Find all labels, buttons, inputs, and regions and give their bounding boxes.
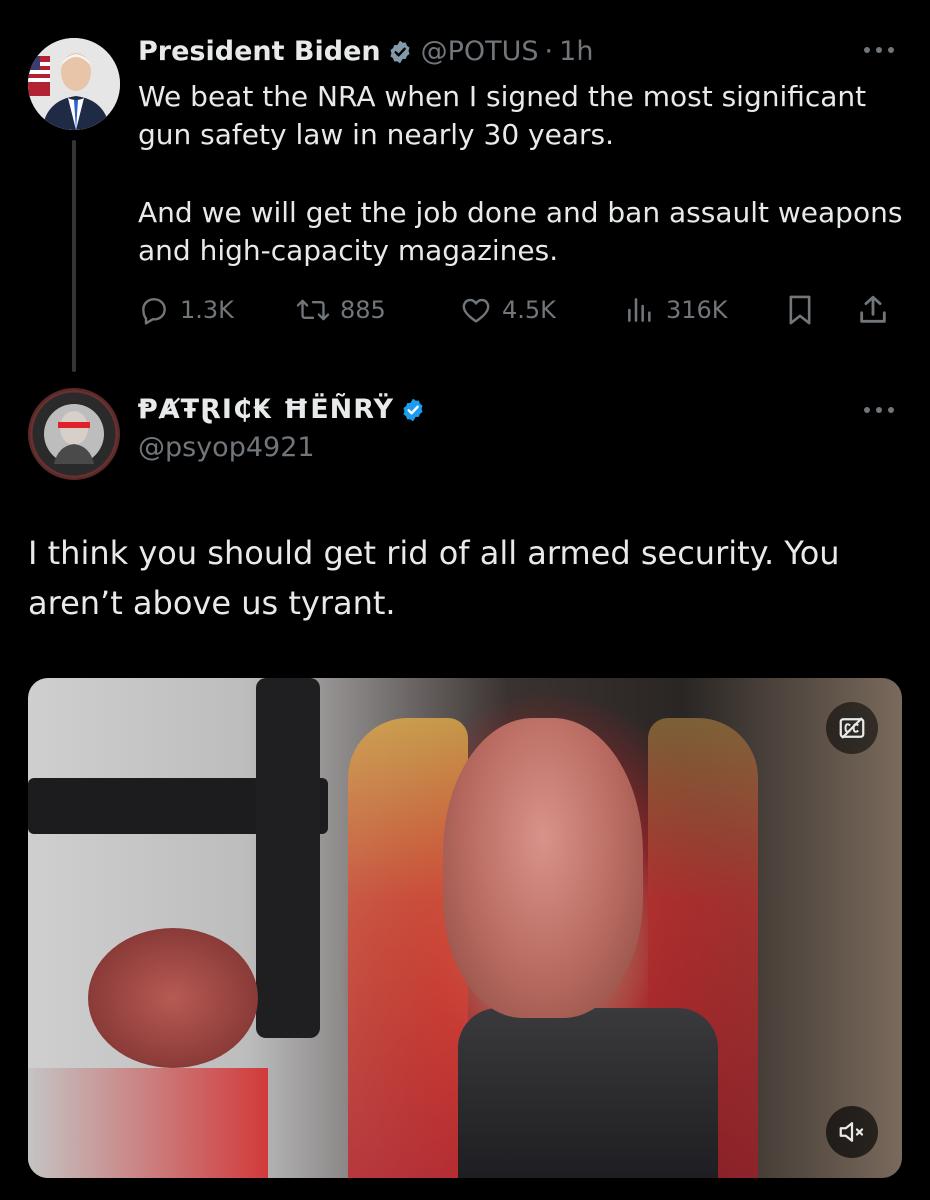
- avatar-portrait-icon: [28, 38, 120, 130]
- retweet-icon: [296, 299, 330, 321]
- like-button[interactable]: 4.5K: [460, 288, 556, 332]
- author-avatar[interactable]: [28, 38, 120, 130]
- captions-icon: [839, 717, 865, 739]
- tweet-reply[interactable]: ⱣȺŦⱤI₵₭ ĦËÑRŸ @psyop4921 I think you sho…: [0, 380, 930, 1200]
- share-button[interactable]: [856, 288, 900, 332]
- tweet-paragraph: We beat the NRA when I signed the most s…: [138, 80, 867, 151]
- captions-button[interactable]: [826, 702, 878, 754]
- thread-connector: [72, 140, 76, 372]
- more-icon[interactable]: [862, 45, 896, 55]
- tweet-main[interactable]: President Biden @POTUS · 1h We beat the …: [0, 0, 930, 380]
- verified-badge-icon: [403, 398, 423, 421]
- views-button[interactable]: 316K: [624, 288, 728, 332]
- bookmark-icon: [789, 295, 811, 325]
- heart-icon: [462, 298, 490, 323]
- tweet-time[interactable]: 1h: [559, 36, 593, 67]
- verified-badge-icon: [390, 40, 410, 63]
- video-frame-detail: [256, 678, 320, 1038]
- tweet-header: ⱣȺŦⱤI₵₭ ĦËÑRŸ: [138, 394, 426, 425]
- like-count: 4.5K: [502, 296, 556, 324]
- action-bar: 1.3K 885 4.5K 316K: [138, 288, 902, 332]
- author-name[interactable]: President Biden: [138, 36, 381, 67]
- author-handle[interactable]: @psyop4921: [138, 432, 315, 463]
- separator-dot: ·: [544, 36, 554, 67]
- video-frame-detail: [28, 1068, 268, 1178]
- author-handle[interactable]: @POTUS: [421, 36, 539, 67]
- reply-count: 1.3K: [180, 296, 234, 324]
- video-frame-detail: [443, 718, 643, 1018]
- reply-icon: [142, 298, 166, 325]
- retweet-button[interactable]: 885: [296, 288, 386, 332]
- tweet-paragraph: And we will get the job done and ban ass…: [138, 196, 903, 267]
- retweet-count: 885: [340, 296, 386, 324]
- tweet-body: I think you should get rid of all armed …: [28, 534, 840, 622]
- more-icon[interactable]: [862, 405, 896, 415]
- author-avatar[interactable]: [28, 388, 120, 480]
- view-count: 316K: [666, 296, 728, 324]
- video-frame-detail: [88, 928, 258, 1068]
- mute-button[interactable]: [826, 1106, 878, 1158]
- author-name[interactable]: ⱣȺŦⱤI₵₭ ĦËÑRŸ: [138, 394, 394, 425]
- video-player[interactable]: [28, 678, 902, 1178]
- video-frame-detail: [458, 1008, 718, 1178]
- views-icon: [628, 298, 651, 322]
- tweet-header: President Biden @POTUS · 1h: [138, 36, 593, 67]
- avatar-seal-icon: [30, 390, 118, 478]
- reply-button[interactable]: 1.3K: [138, 288, 234, 332]
- muted-speaker-icon: [839, 1122, 864, 1142]
- share-icon: [860, 295, 886, 323]
- tweet-body: We beat the NRA when I signed the most s…: [138, 78, 918, 270]
- bookmark-button[interactable]: [784, 288, 826, 332]
